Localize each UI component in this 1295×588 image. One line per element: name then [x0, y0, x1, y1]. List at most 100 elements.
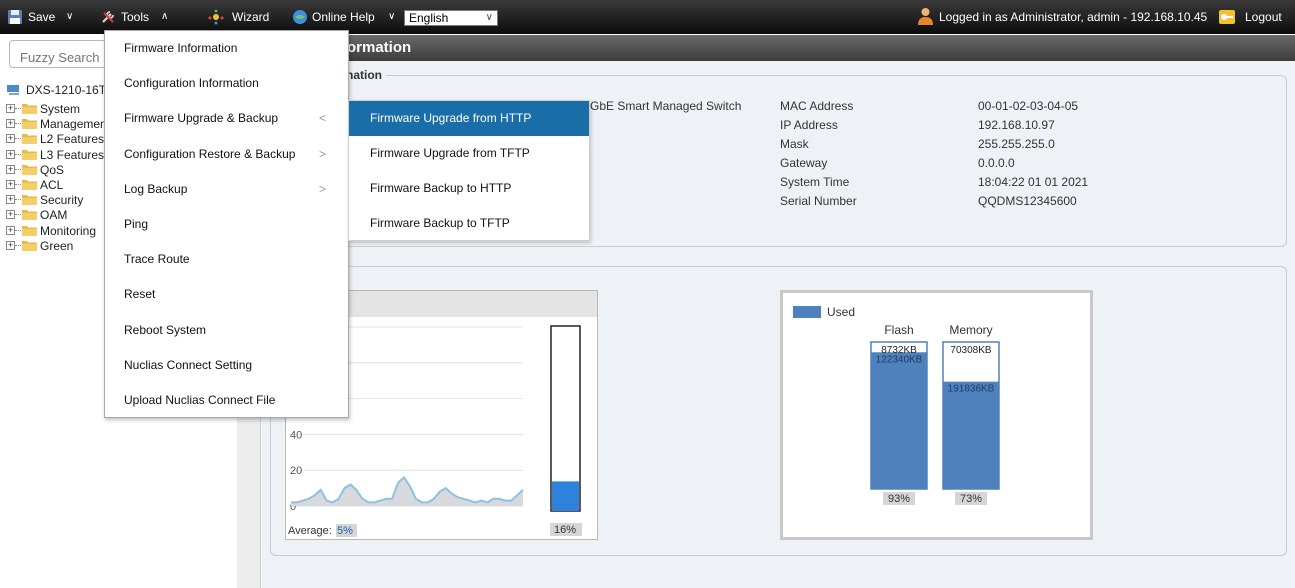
info-value: QQDMS12345600 [978, 194, 1077, 208]
tree-connector [15, 138, 21, 140]
menu-item-ping[interactable]: Ping [105, 207, 348, 242]
wizard-label: Wizard [232, 10, 270, 24]
category-label: Flash [884, 323, 913, 337]
sidebar-item-acl[interactable]: + ACL [6, 177, 110, 193]
tree-connector [15, 168, 21, 170]
menu-item-label: Nuclias Connect Setting [124, 357, 253, 372]
tree-connector [15, 153, 21, 155]
save-label: Save [28, 10, 56, 24]
sidebar-item-oam[interactable]: + OAM [6, 207, 110, 223]
menu-item-label: Reset [124, 287, 156, 302]
logout-button[interactable]: Logout [1219, 9, 1287, 25]
submenu-item-firmware-backup-to-tftp[interactable]: Firmware Backup to TFTP [349, 206, 589, 241]
free-size-label: 70308KB [950, 345, 991, 356]
expand-icon[interactable]: + [6, 195, 15, 205]
tools-menu-button[interactable]: Tools ∧ [100, 9, 184, 25]
tree-connector [15, 244, 21, 246]
tree-connector [15, 214, 21, 216]
menu-item-label: Configuration Information [124, 76, 259, 91]
sidebar-item-label: Monitoring [40, 223, 97, 238]
expand-icon[interactable]: + [6, 104, 15, 113]
expand-icon[interactable]: + [6, 119, 15, 129]
top-toolbar: Save ∨ Tools ∧ Wizard Online Help ∨ Engl… [0, 0, 1295, 34]
folder-icon [22, 225, 37, 236]
sidebar-item-l3-features[interactable]: + L3 Features [6, 147, 110, 163]
tree-connector [15, 123, 21, 125]
key-icon [1219, 10, 1235, 24]
folder-icon [22, 180, 37, 190]
menu-item-firmware-upgrade-backup[interactable]: Firmware Upgrade & Backup < [105, 101, 348, 136]
info-label: Serial Number [780, 194, 857, 208]
menu-item-trace-route[interactable]: Trace Route [105, 242, 348, 277]
expand-icon[interactable]: + [6, 180, 15, 189]
percent-label: 73% [960, 493, 982, 505]
menu-item-reboot-system[interactable]: Reboot System [105, 313, 348, 348]
device-tree-root[interactable]: DXS-1210-16T [6, 82, 116, 98]
sidebar-item-system[interactable]: + System [6, 101, 110, 117]
menu-item-label: Reboot System [124, 322, 207, 337]
submenu-item-firmware-upgrade-from-http[interactable]: Firmware Upgrade from HTTP [349, 101, 589, 136]
info-value: 18:04:22 01 01 2021 [978, 175, 1089, 189]
save-menu[interactable]: Save ∨ [7, 9, 93, 25]
expand-icon[interactable]: + [6, 240, 15, 250]
logout-label: Logout [1245, 10, 1282, 24]
chevron-right-icon: > [318, 146, 326, 161]
chevron-left-icon: < [318, 111, 326, 126]
submenu-item-firmware-backup-to-http[interactable]: Firmware Backup to HTTP [349, 171, 589, 206]
menu-item-configuration-restore-backup[interactable]: Configuration Restore & Backup > [105, 137, 348, 172]
folder-icon [22, 210, 37, 221]
sidebar-item-management[interactable]: + Management [6, 116, 110, 132]
sidebar-item-label: L2 Features [40, 132, 105, 147]
storage-used-bar [871, 352, 927, 489]
expand-icon[interactable]: + [6, 164, 15, 174]
device-type: GbE Smart Managed Switch [590, 99, 742, 113]
wizard-button[interactable]: Wizard [208, 9, 278, 25]
folder-icon [22, 104, 37, 114]
sidebar-item-qos[interactable]: + QoS [6, 162, 110, 178]
online-help-label: Online Help [312, 10, 375, 24]
category-label: Memory [949, 323, 992, 337]
menu-item-log-backup[interactable]: Log Backup > [105, 172, 348, 207]
folder-icon [22, 164, 37, 175]
expand-icon[interactable]: + [6, 210, 15, 220]
sidebar-item-monitoring[interactable]: + Monitoring [6, 223, 110, 239]
sidebar-item-label: Green [40, 238, 74, 253]
cpu-current-bar-fill [552, 481, 579, 511]
used-size-label: 191836KB [948, 384, 995, 395]
legend-swatch [793, 306, 821, 318]
sidebar-item-label: QoS [40, 162, 65, 177]
menu-item-firmware-information[interactable]: Firmware Information [105, 31, 348, 66]
sidebar-item-label: OAM [40, 208, 68, 223]
chevron-right-icon: > [318, 181, 326, 196]
tree-connector [15, 229, 21, 231]
info-label: System Time [780, 175, 850, 189]
expand-icon[interactable]: + [6, 225, 15, 235]
device-name: DXS-1210-16T [26, 83, 107, 97]
language-value: English [409, 11, 449, 25]
page-title-text: ormation [347, 39, 412, 56]
menu-item-nuclias-connect-setting[interactable]: Nuclias Connect Setting [105, 348, 348, 383]
menu-item-label: Firmware Information [124, 41, 238, 55]
expand-icon[interactable]: + [6, 134, 15, 144]
menu-item-label: Firmware Upgrade & Backup [124, 111, 279, 126]
menu-item-label: Log Backup [124, 181, 188, 196]
storage-used-bar [943, 381, 999, 489]
average-value: 5% [337, 525, 353, 537]
chevron-down-icon: ∨ [66, 11, 74, 22]
chevron-down-icon: ∨ [485, 12, 493, 23]
sidebar-item-label: ACL [40, 178, 64, 192]
expand-icon[interactable]: + [6, 149, 15, 159]
chevron-up-icon: ∧ [161, 11, 169, 22]
info-label: Gateway [780, 156, 828, 170]
menu-item-upload-nuclias-connect-file[interactable]: Upload Nuclias Connect File [105, 383, 348, 418]
sidebar-item-l2-features[interactable]: + L2 Features [6, 131, 110, 147]
menu-item-reset[interactable]: Reset [105, 277, 348, 312]
language-select[interactable]: English ∨ [404, 10, 498, 26]
sidebar-item-green[interactable]: + Green [6, 238, 110, 254]
online-help-menu[interactable]: Online Help ∨ [292, 9, 400, 25]
sidebar-item-security[interactable]: + Security [6, 192, 110, 208]
submenu-item-firmware-upgrade-from-tftp[interactable]: Firmware Upgrade from TFTP [349, 136, 589, 171]
menu-item-configuration-information[interactable]: Configuration Information [105, 66, 348, 101]
info-value: 00-01-02-03-04-05 [978, 99, 1079, 113]
y-tick-label: 40 [290, 429, 302, 441]
